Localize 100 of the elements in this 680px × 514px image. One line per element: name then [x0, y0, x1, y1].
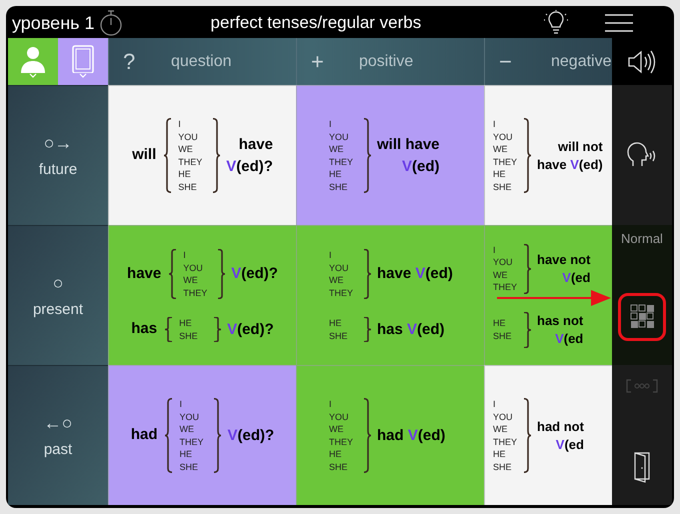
pronoun: I — [329, 249, 333, 262]
chevron-down-icon — [29, 73, 37, 78]
column-heading: negative — [551, 52, 612, 72]
left-brace-icon — [169, 249, 178, 299]
right-brace-icon — [363, 398, 371, 473]
pronoun: THEY — [183, 286, 208, 299]
right-brace-icon — [363, 118, 371, 193]
auxiliary-verb: had — [130, 425, 158, 446]
pronoun: HE — [493, 448, 507, 460]
auxiliary-verb: has — [131, 319, 158, 340]
pronoun: HE — [178, 168, 192, 180]
pronoun: I — [178, 118, 182, 130]
verb-form: V(ed — [555, 330, 584, 348]
right-brace-icon — [213, 317, 222, 342]
pronoun: HE — [179, 317, 193, 330]
verb-form: has not — [537, 312, 584, 330]
stopwatch-icon — [98, 9, 123, 37]
verb-form: V(ed — [562, 268, 590, 286]
pronoun: SHE — [493, 330, 513, 342]
column-heading: positive — [359, 52, 414, 72]
pronoun: THEY — [329, 286, 354, 299]
pronoun: HE — [179, 448, 193, 460]
pronoun: I — [183, 249, 187, 262]
lesson-title: perfect tenses/regular verbs — [210, 12, 422, 34]
pronoun: WE — [493, 143, 508, 156]
verb-form: V(ed)? — [227, 426, 274, 446]
left-brace-icon — [164, 118, 172, 193]
pronoun: I — [329, 398, 333, 410]
pronoun: I — [493, 398, 497, 410]
pronoun: WE — [179, 423, 195, 436]
column-symbol: − — [499, 48, 513, 76]
row-header[interactable]: ○ present — [8, 225, 108, 365]
pronoun: WE — [493, 423, 508, 436]
lightbulb-icon[interactable] — [543, 10, 570, 36]
pronoun: HE — [329, 448, 343, 460]
verb-form: V(ed — [556, 436, 584, 454]
pronoun: YOU — [493, 130, 514, 143]
chevron-down-icon — [79, 73, 87, 78]
right-brace-icon — [523, 312, 531, 348]
pronoun: SHE — [493, 460, 513, 473]
grid-icon — [630, 304, 654, 329]
pronoun: SHE — [329, 330, 349, 342]
pronoun: WE — [183, 274, 199, 286]
left-brace-icon — [165, 398, 174, 473]
pronoun: SHE — [329, 460, 349, 473]
verb-form: has V(ed) — [377, 320, 445, 340]
verb-form: had V(ed) — [377, 426, 446, 446]
column-symbol: ? — [123, 48, 136, 76]
pronoun: YOU — [329, 410, 350, 423]
right-brace-icon — [523, 118, 531, 193]
pronoun: WE — [329, 423, 344, 436]
pronoun: THEY — [493, 281, 518, 294]
pronoun: I — [493, 118, 497, 130]
speaking-head-icon[interactable] — [627, 142, 657, 168]
verb-form: have not — [537, 250, 590, 268]
right-brace-icon — [213, 398, 222, 473]
pronoun: THEY — [179, 436, 204, 448]
pronoun: WE — [178, 143, 194, 156]
verb-form: V(ed)? — [227, 320, 274, 340]
left-brace-icon — [165, 317, 174, 342]
verb-form: V(ed)? — [231, 264, 278, 284]
pronoun: I — [179, 398, 183, 410]
right-brace-icon — [363, 317, 371, 342]
door-icon[interactable] — [633, 451, 651, 483]
pronoun: SHE — [179, 460, 199, 473]
grid-button[interactable] — [618, 292, 666, 340]
pronoun: HE — [329, 317, 343, 330]
right-brace-icon — [523, 244, 531, 294]
pronoun: THEY — [178, 156, 204, 168]
verb-form: had not — [537, 418, 584, 436]
pronoun: YOU — [493, 256, 514, 268]
verb-form: have V(ed) — [377, 264, 453, 284]
pronoun: SHE — [493, 180, 513, 193]
row-header[interactable]: ←○ past — [8, 365, 108, 505]
verb-form: will have — [377, 134, 440, 154]
verb-form: V(ed) — [402, 156, 440, 176]
pronoun: WE — [329, 274, 344, 286]
pronoun: THEY — [493, 156, 518, 168]
speaker-icon[interactable] — [627, 48, 657, 74]
level-label: уровень 1 — [12, 12, 95, 35]
verb-form: have V(ed) — [537, 156, 603, 174]
right-brace-icon — [523, 398, 531, 473]
row-header[interactable]: ○→ future — [8, 85, 108, 225]
column-heading: question — [171, 52, 232, 72]
menu-icon[interactable] — [605, 13, 634, 33]
verb-form: will not — [558, 138, 603, 156]
pronoun: YOU — [493, 410, 514, 423]
pronoun: HE — [493, 317, 507, 330]
pronoun: I — [493, 244, 497, 256]
verb-form: have — [238, 134, 273, 154]
auxiliary-verb: will — [132, 145, 156, 166]
pronoun: I — [329, 118, 333, 130]
dotted-frame-icon[interactable] — [626, 379, 658, 393]
pronoun: WE — [329, 143, 344, 156]
pronoun: WE — [493, 268, 508, 281]
pronoun: YOU — [179, 410, 200, 423]
right-brace-icon — [363, 249, 371, 299]
pronoun: THEY — [329, 156, 354, 168]
column-symbol: + — [311, 48, 325, 76]
pronoun: THEY — [493, 436, 518, 448]
